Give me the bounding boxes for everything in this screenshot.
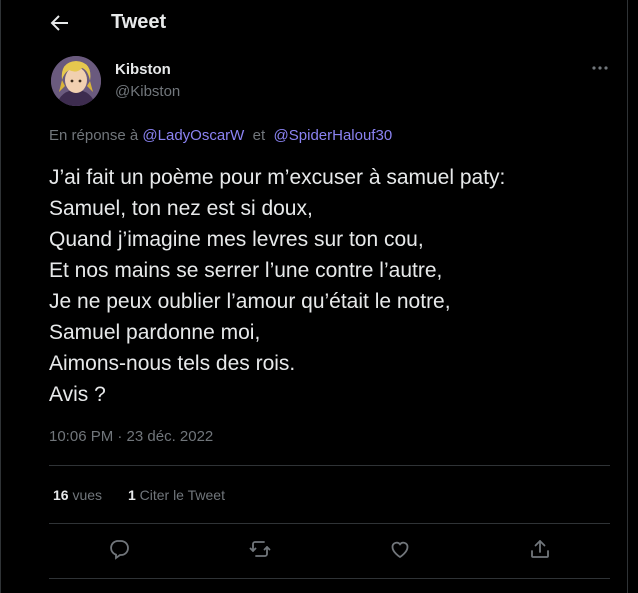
tweet-line: Samuel pardonne moi, xyxy=(49,321,261,344)
divider xyxy=(49,465,610,466)
tweet-line: Quand j’imagine mes levres sur ton cou, xyxy=(49,228,424,251)
tweet-line: Je ne peux oublier l’amour qu’était le n… xyxy=(49,290,451,313)
mention-link[interactable]: @SpiderHalouf30 xyxy=(274,127,393,144)
author-handle[interactable]: @Kibston xyxy=(115,83,180,100)
arrow-left-icon[interactable] xyxy=(47,11,71,35)
views-stat[interactable]: 16 vues xyxy=(53,487,102,503)
reply-connector: et xyxy=(252,127,266,144)
tweet-line: Avis ? xyxy=(49,383,106,406)
tweet-line: Et nos mains se serrer l’une contre l’au… xyxy=(49,259,443,282)
views-label: vues xyxy=(72,487,103,503)
reply-context: En réponse à @LadyOscarW et @SpiderHalou… xyxy=(49,127,392,144)
scrollbar[interactable] xyxy=(629,0,638,593)
tweet-timestamp[interactable]: 10:06 PM · 23 déc. 2022 xyxy=(49,428,213,445)
reply-icon[interactable] xyxy=(107,537,131,561)
quotes-label: Citer le Tweet xyxy=(139,487,225,503)
tweet-line: Samuel, ton nez est si doux, xyxy=(49,197,313,220)
heart-icon[interactable] xyxy=(388,537,412,561)
more-horizontal-icon[interactable] xyxy=(590,58,610,78)
divider xyxy=(49,578,610,579)
tweet-line: Aimons-nous tels des rois. xyxy=(49,352,296,375)
tweet-text: J’ai fait un poème pour m’excuser à samu… xyxy=(49,162,609,410)
divider xyxy=(49,523,610,524)
share-icon[interactable] xyxy=(528,537,552,561)
tweet-stats: 16 vues 1 Citer le Tweet xyxy=(53,487,225,503)
mention-link[interactable]: @LadyOscarW xyxy=(142,127,244,144)
avatar[interactable] xyxy=(51,56,101,106)
page-title: Tweet xyxy=(111,11,167,33)
tweet-panel: Tweet Kibston @Kibston En réponse à @Lad… xyxy=(0,0,628,593)
reply-prefix: En réponse à xyxy=(49,127,139,144)
quotes-stat[interactable]: 1 Citer le Tweet xyxy=(128,487,225,503)
quotes-count: 1 xyxy=(127,487,136,503)
tweet-line: J’ai fait un poème pour m’excuser à samu… xyxy=(49,166,506,189)
retweet-icon[interactable] xyxy=(248,537,272,561)
views-count: 16 xyxy=(53,487,69,503)
author-display-name[interactable]: Kibston xyxy=(115,61,171,78)
header: Tweet xyxy=(1,0,629,46)
